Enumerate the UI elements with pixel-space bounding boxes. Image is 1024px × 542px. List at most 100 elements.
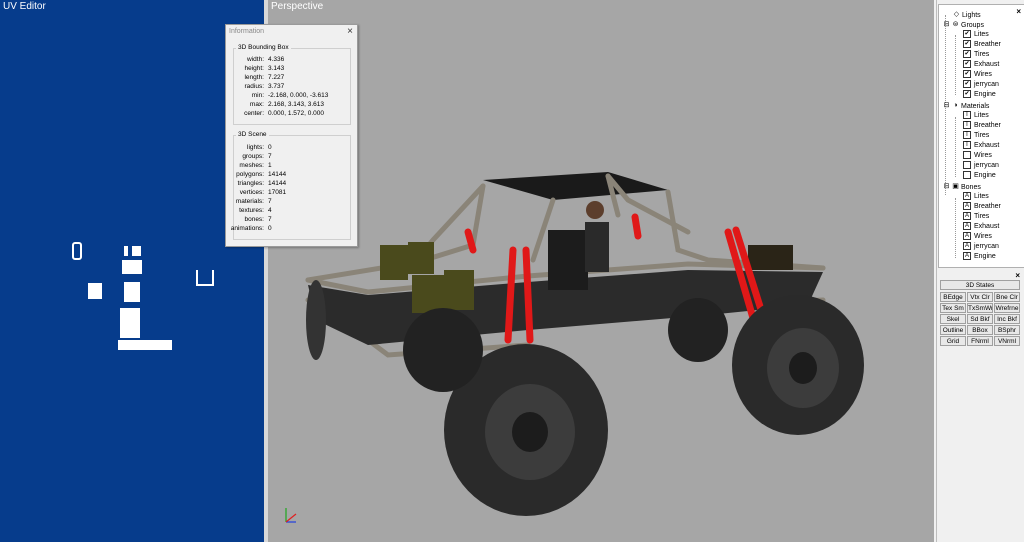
tree-item-group[interactable]: ✔ Engine — [963, 90, 996, 100]
information-window[interactable]: Information × 3D Bounding Box width: 4.33… — [225, 24, 358, 247]
right-panel: × ◇ Lights ⊟ ⊜ Groups ✔ Lites ✔ Breather ✔ Tir… — [936, 0, 1024, 542]
texture-icon: T — [963, 111, 971, 120]
bounding-box-group: 3D Bounding Box width: 4.336 height: 3.143… — [233, 44, 351, 125]
tree-item-material[interactable]: T Lites — [963, 111, 989, 121]
tree-item-bone[interactable]: A Breather — [963, 202, 1001, 212]
material-icon — [963, 151, 971, 160]
scene-row: meshes: 1 — [239, 162, 272, 169]
tree-item-group[interactable]: ✔ jerrycan — [963, 80, 999, 90]
tree-line — [955, 117, 956, 177]
bone-icon: A — [963, 212, 971, 221]
bone-icon: A — [963, 232, 971, 241]
texture-icon: T — [963, 141, 971, 150]
uv-editor-title: UV Editor — [3, 1, 46, 12]
visibility-checkbox[interactable]: ✔ — [963, 30, 971, 39]
tree-item-group[interactable]: ✔ Exhaust — [963, 60, 999, 70]
bbox-row: width: 4.336 — [247, 56, 285, 63]
tree-item-bone[interactable]: A Wires — [963, 232, 992, 242]
scene-row: groups: 7 — [242, 153, 272, 160]
vertex-normals-button[interactable]: VNrml — [994, 336, 1020, 346]
states-panel: × 3D States BEdge Vtx Clr Bne Clr Tex Sm… — [938, 271, 1023, 351]
tree-item-group[interactable]: ✔ Lites — [963, 30, 989, 40]
sd-bkf-button[interactable]: Sd Bkf — [967, 314, 993, 324]
tree-item-material[interactable]: Wires — [963, 151, 992, 161]
visibility-checkbox[interactable]: ✔ — [963, 40, 971, 49]
tree-item-bone[interactable]: A Tires — [963, 212, 989, 222]
visibility-checkbox[interactable]: ✔ — [963, 50, 971, 59]
material-icon — [963, 171, 971, 180]
outline-button[interactable]: Outline — [940, 325, 966, 335]
scene-group: 3D Scene lights: 0 groups: 7 meshes: 1 poly… — [230, 131, 351, 240]
scene-row: animations: 0 — [230, 225, 272, 232]
face-normals-button[interactable]: FNrml — [967, 336, 993, 346]
scene-row: textures: 4 — [239, 207, 272, 214]
tree-node-lights[interactable]: ◇ Lights — [953, 10, 981, 20]
close-icon[interactable]: × — [1015, 271, 1020, 280]
inc-bkf-button[interactable]: Inc Bkf — [994, 314, 1020, 324]
bsphere-button[interactable]: BSphr — [994, 325, 1020, 335]
visibility-checkbox[interactable]: ✔ — [963, 70, 971, 79]
scene-label: 3D Scene — [236, 131, 269, 138]
bbox-row: min: -2.168, 0.000, -3.613 — [251, 92, 329, 99]
tex-smooth-wire-button[interactable]: TxSmWr — [967, 303, 993, 313]
tex-smooth-button[interactable]: Tex Sm — [940, 303, 966, 313]
scene-row: vertices: 17081 — [239, 189, 287, 196]
wireframe-button[interactable]: Wrefrne — [994, 303, 1020, 313]
bone-icon: A — [963, 202, 971, 211]
collapse-icon[interactable]: ⊟ — [943, 182, 950, 192]
tree-item-group[interactable]: ✔ Wires — [963, 70, 992, 80]
bone-icon: A — [963, 192, 971, 201]
tree-item-material[interactable]: Engine — [963, 171, 996, 181]
visibility-checkbox[interactable]: ✔ — [963, 60, 971, 69]
bbox-row: length: 7.227 — [244, 74, 285, 81]
bones-icon: ▣ — [952, 183, 959, 190]
perspective-viewport[interactable]: Perspective — [268, 0, 934, 542]
tree-item-bone[interactable]: Ajerrycan — [963, 242, 999, 252]
bone-icon: A — [963, 242, 971, 251]
tree-item-material[interactable]: T Exhaust — [963, 141, 999, 151]
tree-item-group[interactable]: ✔ Tires — [963, 50, 989, 60]
bbox-button[interactable]: BBox — [967, 325, 993, 335]
bbox-row: height: 3.143 — [244, 65, 285, 72]
tree-item-bone[interactable]: A Exhaust — [963, 222, 999, 232]
grid-button[interactable]: Grid — [940, 336, 966, 346]
tree-item-material[interactable]: T Breather — [963, 121, 1001, 131]
tree-item-material[interactable]: T Tires — [963, 131, 989, 141]
collapse-icon[interactable]: ⊟ — [943, 20, 950, 30]
tree-item-material[interactable]: jerrycan — [963, 161, 999, 171]
skeleton-button[interactable]: Skel — [940, 314, 966, 324]
scene-row: lights: 0 — [247, 144, 272, 151]
information-title: Information — [229, 28, 265, 35]
collapse-icon[interactable]: ⊟ — [943, 101, 950, 111]
scene-tree[interactable]: × ◇ Lights ⊟ ⊜ Groups ✔ Lites ✔ Breather ✔ Tir… — [938, 4, 1024, 268]
groups-icon: ⊜ — [952, 21, 959, 28]
texture-icon: T — [963, 131, 971, 140]
close-icon[interactable]: × — [1016, 7, 1021, 16]
bone-icon: A — [963, 252, 971, 261]
tree-node-materials[interactable]: ⊟ ◑ Materials — [943, 101, 990, 111]
visibility-checkbox[interactable]: ✔ — [963, 90, 971, 99]
states-header-button[interactable]: 3D States — [940, 280, 1020, 290]
bbox-row: radius: 3.737 — [244, 83, 285, 90]
tree-item-group[interactable]: ✔ Breather — [963, 40, 1001, 50]
vehicle-model — [285, 172, 864, 523]
visibility-checkbox[interactable]: ✔ — [963, 80, 971, 89]
bone-color-button[interactable]: Bne Clr — [994, 292, 1020, 302]
texture-icon: T — [963, 121, 971, 130]
tree-node-groups[interactable]: ⊟ ⊜ Groups — [943, 20, 984, 30]
material-icon — [963, 161, 971, 170]
lightbulb-icon: ◇ — [953, 11, 960, 18]
tree-item-bone[interactable]: A Engine — [963, 252, 996, 262]
scene-row: polygons: 14144 — [236, 171, 287, 178]
bounding-box-label: 3D Bounding Box — [236, 44, 291, 51]
materials-icon: ◑ — [953, 102, 958, 109]
tree-node-bones[interactable]: ⊟ ▣ Bones — [943, 182, 981, 192]
bbox-row: max: 2.168, 3.143, 3.613 — [249, 101, 325, 108]
tree-item-bone[interactable]: A Lites — [963, 192, 989, 202]
bedge-button[interactable]: BEdge — [940, 292, 966, 302]
scene-row: triangles: 14144 — [237, 180, 287, 187]
scene-row: bones: 7 — [244, 216, 272, 223]
close-icon[interactable]: × — [347, 26, 353, 37]
vertex-color-button[interactable]: Vtx Clr — [967, 292, 993, 302]
bone-icon: A — [963, 222, 971, 231]
